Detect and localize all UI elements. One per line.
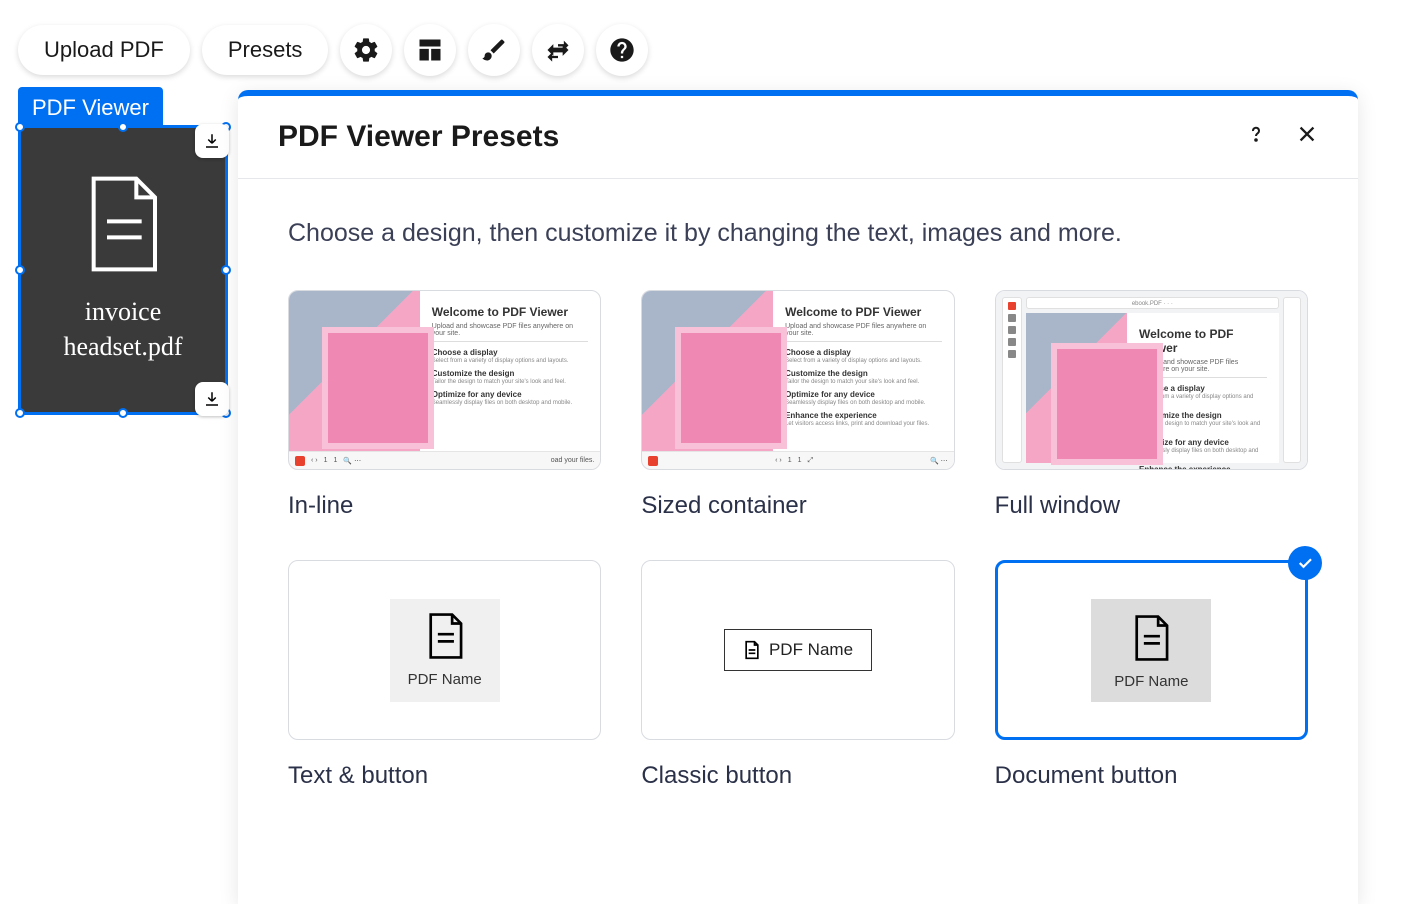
preset-classic-button[interactable]: PDF Name Classic button: [641, 560, 954, 790]
upload-pdf-button[interactable]: Upload PDF: [18, 25, 190, 75]
mock-h: Choose a display: [785, 348, 942, 357]
resize-handle[interactable]: [118, 122, 128, 132]
preset-full-window[interactable]: ebook.PDF · · · Welcome to PDF Viewer Up…: [995, 290, 1308, 520]
preset-label: Document button: [995, 762, 1308, 790]
mock-t: Tailor the design to match your site's l…: [432, 379, 589, 385]
panel-header: PDF Viewer Presets: [238, 96, 1358, 179]
preset-in-line[interactable]: Welcome to PDF Viewer Upload and showcas…: [288, 290, 601, 520]
mock-title: Welcome to PDF Viewer: [432, 305, 589, 319]
resize-handle[interactable]: [221, 265, 231, 275]
close-button[interactable]: [1296, 123, 1318, 152]
question-icon: [1244, 122, 1268, 146]
document-icon: [743, 640, 761, 660]
mock-h: Choose a display: [432, 348, 589, 357]
design-button[interactable]: [468, 24, 520, 76]
panel-description: Choose a design, then customize it by ch…: [288, 219, 1308, 248]
help-icon: [608, 36, 636, 64]
document-icon: [1129, 613, 1173, 663]
preset-label: Full window: [995, 492, 1308, 520]
selected-pdf-widget[interactable]: PDF Viewer invoice headset.pdf: [18, 87, 228, 415]
download-badge[interactable]: [195, 124, 229, 158]
mock-h: Optimize for any device: [785, 390, 942, 399]
panel-title: PDF Viewer Presets: [278, 120, 559, 154]
toolbar: Upload PDF Presets: [18, 24, 648, 76]
panel-help-button[interactable]: [1244, 122, 1268, 153]
preset-label: In-line: [288, 492, 601, 520]
stretch-button[interactable]: [532, 24, 584, 76]
panel-body: Choose a design, then customize it by ch…: [238, 179, 1358, 790]
mock-sub: Upload and showcase PDF files anywhere o…: [432, 323, 589, 342]
mock-sub: Upload and showcase PDF files anywhere o…: [785, 323, 942, 342]
resize-handle[interactable]: [15, 265, 25, 275]
mock-page: 1: [324, 457, 328, 464]
mock-h: Enhance the experience: [1139, 465, 1267, 470]
document-icon: [83, 176, 163, 276]
mock-t: Seamlessly display files on both desktop…: [785, 400, 942, 406]
resize-handle[interactable]: [15, 408, 25, 418]
mock-t: Select from a variety of display options…: [432, 358, 589, 364]
mock-pdf-name: PDF Name: [769, 640, 853, 660]
widget-type-label: PDF Viewer: [18, 87, 163, 125]
preset-label: Classic button: [641, 762, 954, 790]
layout-button[interactable]: [404, 24, 456, 76]
preset-text-button[interactable]: PDF Name Text & button: [288, 560, 601, 790]
settings-button[interactable]: [340, 24, 392, 76]
help-button[interactable]: [596, 24, 648, 76]
mock-t: Seamlessly display files on both desktop…: [432, 400, 589, 406]
presets-button[interactable]: Presets: [202, 25, 329, 75]
gear-icon: [352, 36, 380, 64]
mock-h: Customize the design: [432, 369, 589, 378]
mock-pdf-name: PDF Name: [408, 671, 482, 688]
mock-t: Let visitors access links, print and dow…: [785, 421, 942, 427]
mock-h: Customize the design: [785, 369, 942, 378]
selected-check-badge: [1288, 546, 1322, 580]
mock-page: 1: [334, 457, 338, 464]
mock-page: 1: [788, 457, 792, 464]
mock-h: Optimize for any device: [432, 390, 589, 399]
check-icon: [1296, 554, 1314, 572]
brush-icon: [480, 36, 508, 64]
resize-handle[interactable]: [15, 122, 25, 132]
preset-document-button[interactable]: PDF Name Document button: [995, 560, 1308, 790]
widget-body[interactable]: invoice headset.pdf: [18, 125, 228, 415]
preset-label: Sized container: [641, 492, 954, 520]
download-icon: [203, 390, 221, 408]
download-icon: [203, 132, 221, 150]
mock-t: Tailor the design to match your site's l…: [785, 379, 942, 385]
close-icon: [1296, 123, 1318, 145]
mock-t: Select from a variety of display options…: [785, 358, 942, 364]
layout-icon: [416, 36, 444, 64]
widget-filename: invoice headset.pdf: [31, 294, 215, 364]
presets-panel: PDF Viewer Presets Choose a design, then…: [238, 90, 1358, 904]
preset-label: Text & button: [288, 762, 601, 790]
resize-handle[interactable]: [118, 408, 128, 418]
download-badge[interactable]: [195, 382, 229, 416]
mock-page: 1: [798, 457, 802, 464]
mock-title: Welcome to PDF Viewer: [785, 305, 942, 319]
presets-grid: Welcome to PDF Viewer Upload and showcas…: [288, 290, 1308, 790]
horizontal-arrows-icon: [544, 36, 572, 64]
mock-h: Enhance the experience: [785, 411, 942, 420]
document-icon: [423, 611, 467, 661]
preset-sized-container[interactable]: Welcome to PDF Viewer Upload and showcas…: [641, 290, 954, 520]
mock-pdf-name: PDF Name: [1114, 673, 1188, 690]
